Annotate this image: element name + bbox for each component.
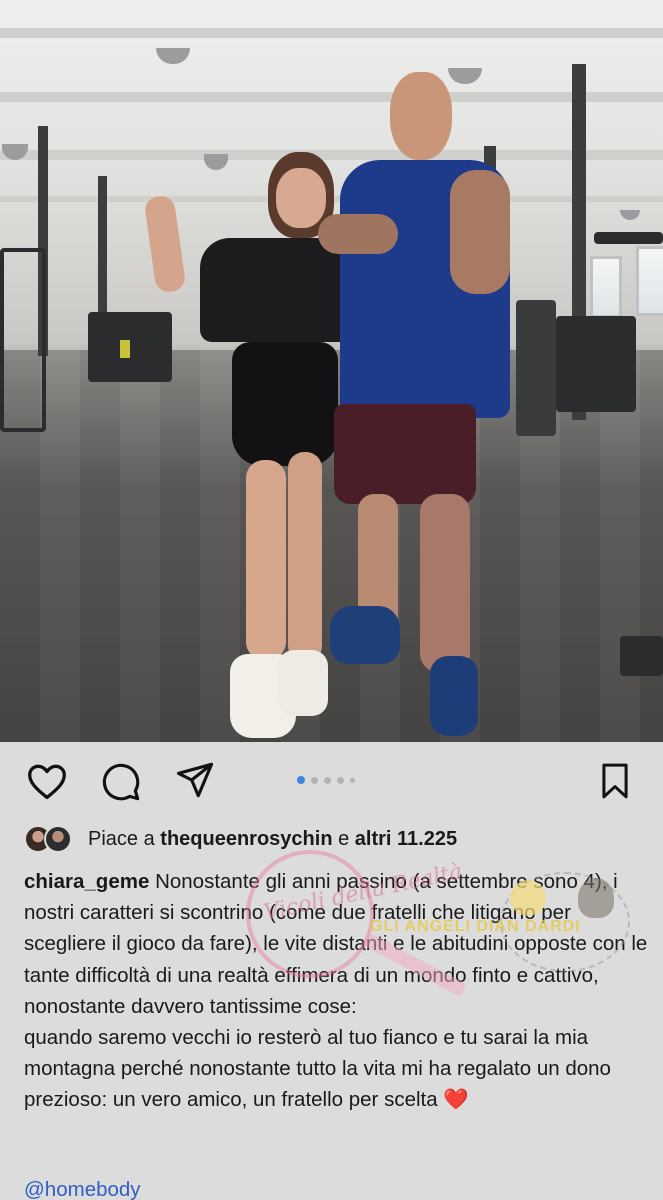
gym-machine [88, 312, 172, 382]
avatar [44, 825, 72, 853]
watermark-small-text: GLI ANGELI DIAN DARDI [370, 918, 581, 935]
man-arm-pointing [318, 214, 398, 254]
watermark-portrait [578, 878, 614, 918]
post-photo[interactable] [0, 0, 663, 742]
woman-leg [246, 460, 286, 660]
ceiling-beam [0, 92, 663, 102]
likes-count[interactable]: altri 11.225 [355, 828, 457, 850]
gym-window [636, 246, 663, 316]
woman-leg [288, 452, 322, 662]
likes-text: Piace a thequeenrosychin e altri 11.225 [88, 828, 457, 851]
man-leg [420, 494, 470, 672]
ceiling-beam [0, 28, 663, 38]
caption-username[interactable]: chiara_geme [24, 870, 149, 893]
gym-machine [556, 316, 636, 412]
machine-accent [120, 340, 130, 358]
woman-sneaker [278, 650, 328, 716]
carousel-dot [350, 777, 355, 783]
ceiling-beam [0, 150, 663, 160]
gym-machine [0, 248, 46, 432]
carousel-dot [337, 776, 344, 784]
heart-emoji: ❤️ [443, 1088, 469, 1112]
bookmark-icon[interactable] [598, 762, 632, 805]
man-head [390, 72, 452, 160]
likes-conjunction: e [338, 827, 350, 850]
caption-text-continued: quando saremo vecchi io resterò al tuo f… [24, 1026, 611, 1112]
send-icon[interactable] [175, 761, 215, 804]
gym-machine [516, 300, 556, 436]
likes-row[interactable]: Piace a thequeenrosychin e altri 11.225 [24, 824, 457, 854]
woman-face [276, 168, 326, 228]
carousel-dot [324, 776, 331, 784]
man-arm [450, 170, 510, 294]
gym-bench [620, 636, 663, 676]
heart-icon[interactable] [26, 762, 68, 805]
likes-user[interactable]: thequeenrosychin [160, 828, 332, 850]
gym-bar [594, 232, 663, 244]
watermark-emoji-face [510, 880, 546, 916]
man-sneaker [330, 606, 400, 664]
carousel-dot-active [297, 776, 305, 784]
man-shorts [334, 404, 476, 504]
mention-link[interactable]: @homebody [24, 1178, 141, 1200]
likes-prefix: Piace a [88, 827, 155, 850]
man-sneaker [430, 656, 478, 736]
carousel-indicator [297, 776, 355, 784]
woman-shorts [232, 342, 338, 466]
gym-window [590, 256, 622, 318]
comment-icon[interactable] [101, 762, 141, 807]
carousel-dot [311, 776, 318, 784]
